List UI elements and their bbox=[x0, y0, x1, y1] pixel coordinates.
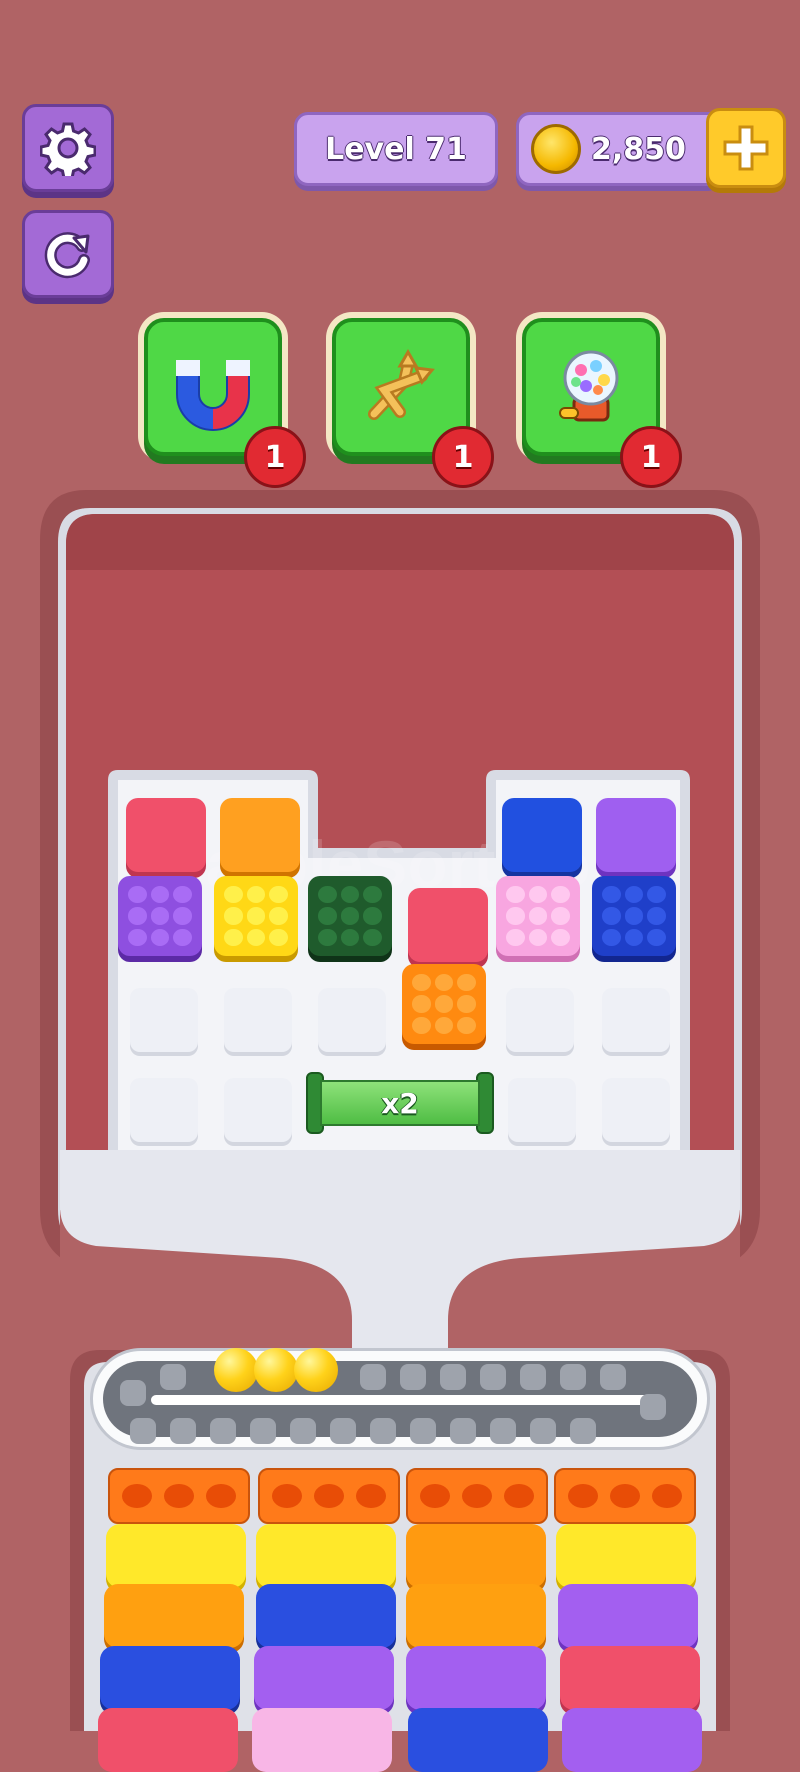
shuffle-arrows-icon bbox=[368, 348, 435, 420]
conveyor-slot bbox=[530, 1418, 556, 1444]
empty-cell[interactable] bbox=[224, 1078, 292, 1142]
column-4-red bbox=[560, 1646, 700, 1710]
conveyor-slot bbox=[250, 1418, 276, 1444]
column-4-lid[interactable] bbox=[554, 1468, 696, 1524]
gear-icon bbox=[40, 122, 96, 176]
conveyor-slot bbox=[520, 1364, 546, 1390]
magnet-icon bbox=[176, 360, 250, 431]
conveyor-slot bbox=[120, 1380, 146, 1406]
empty-cell[interactable] bbox=[130, 988, 198, 1052]
level-label: Level 71 bbox=[325, 131, 467, 167]
conveyor-slot bbox=[360, 1364, 386, 1390]
add-coins-button[interactable] bbox=[706, 108, 786, 188]
multiplier-label: x2 bbox=[381, 1086, 419, 1120]
empty-cell[interactable] bbox=[602, 1078, 670, 1142]
block-pink-dotted[interactable] bbox=[496, 876, 580, 956]
column-4-purple bbox=[558, 1584, 698, 1648]
column-2-purple bbox=[254, 1646, 394, 1710]
empty-cell[interactable] bbox=[224, 988, 292, 1052]
conveyor-slot bbox=[480, 1364, 506, 1390]
yellow-marble bbox=[294, 1348, 338, 1392]
empty-cell[interactable] bbox=[602, 988, 670, 1052]
settings-button[interactable] bbox=[22, 104, 114, 192]
column-3-orange-2 bbox=[406, 1584, 546, 1648]
conveyor-slot bbox=[640, 1394, 666, 1420]
column-3-purple bbox=[406, 1646, 546, 1710]
column-4-purple-2 bbox=[562, 1708, 702, 1772]
column-1-red bbox=[98, 1708, 238, 1772]
level-indicator: Level 71 bbox=[294, 112, 498, 186]
block-red[interactable] bbox=[408, 888, 488, 962]
conveyor-slot bbox=[400, 1364, 426, 1390]
coin-counter: 2,850 bbox=[516, 112, 722, 186]
coin-icon bbox=[531, 124, 581, 174]
column-4-yellow bbox=[556, 1524, 696, 1588]
conveyor-slot bbox=[160, 1364, 186, 1390]
coin-amount: 2,850 bbox=[591, 131, 686, 167]
block-purple-dotted[interactable] bbox=[118, 876, 202, 956]
empty-cell[interactable] bbox=[506, 988, 574, 1052]
column-2-blue bbox=[256, 1584, 396, 1648]
column-3-orange bbox=[406, 1524, 546, 1588]
conveyor-slot bbox=[560, 1364, 586, 1390]
empty-cell[interactable] bbox=[318, 988, 386, 1052]
block-green-dotted[interactable] bbox=[308, 876, 392, 956]
conveyor-slot bbox=[490, 1418, 516, 1444]
conveyor-slot bbox=[130, 1418, 156, 1444]
conveyor-slot bbox=[170, 1418, 196, 1444]
conveyor-slot bbox=[330, 1418, 356, 1444]
block-orange-dotted[interactable] bbox=[402, 964, 486, 1044]
column-1-orange bbox=[104, 1584, 244, 1648]
conveyor-slot bbox=[410, 1418, 436, 1444]
conveyor-slot bbox=[450, 1418, 476, 1444]
block-orange[interactable] bbox=[220, 798, 300, 872]
column-3-lid[interactable] bbox=[406, 1468, 548, 1524]
block-yellow-dotted[interactable] bbox=[214, 876, 298, 956]
empty-cell[interactable] bbox=[508, 1078, 576, 1142]
yellow-marble bbox=[254, 1348, 298, 1392]
block-purple[interactable] bbox=[596, 798, 676, 872]
restart-button[interactable] bbox=[22, 210, 114, 298]
refresh-icon bbox=[44, 232, 90, 279]
column-1-lid[interactable] bbox=[108, 1468, 250, 1524]
column-3-blue bbox=[408, 1708, 548, 1772]
gumball-machine-icon bbox=[559, 350, 619, 422]
conveyor-slot bbox=[210, 1418, 236, 1444]
conveyor-slot bbox=[440, 1364, 466, 1390]
block-blue-dotted[interactable] bbox=[592, 876, 676, 956]
block-red[interactable] bbox=[126, 798, 206, 872]
column-2-pink bbox=[252, 1708, 392, 1772]
column-2-yellow bbox=[256, 1524, 396, 1588]
column-1-yellow bbox=[106, 1524, 246, 1588]
column-1-blue bbox=[100, 1646, 240, 1710]
plus-icon bbox=[723, 125, 769, 171]
block-blue[interactable] bbox=[502, 798, 582, 872]
empty-cell[interactable] bbox=[130, 1078, 198, 1142]
conveyor-slot bbox=[600, 1364, 626, 1390]
column-2-lid[interactable] bbox=[258, 1468, 400, 1524]
conveyor-slot bbox=[290, 1418, 316, 1444]
conveyor-slot bbox=[370, 1418, 396, 1444]
yellow-marble bbox=[214, 1348, 258, 1392]
conveyor-slot bbox=[570, 1418, 596, 1444]
multiplier-bar: x2 bbox=[306, 1072, 494, 1134]
